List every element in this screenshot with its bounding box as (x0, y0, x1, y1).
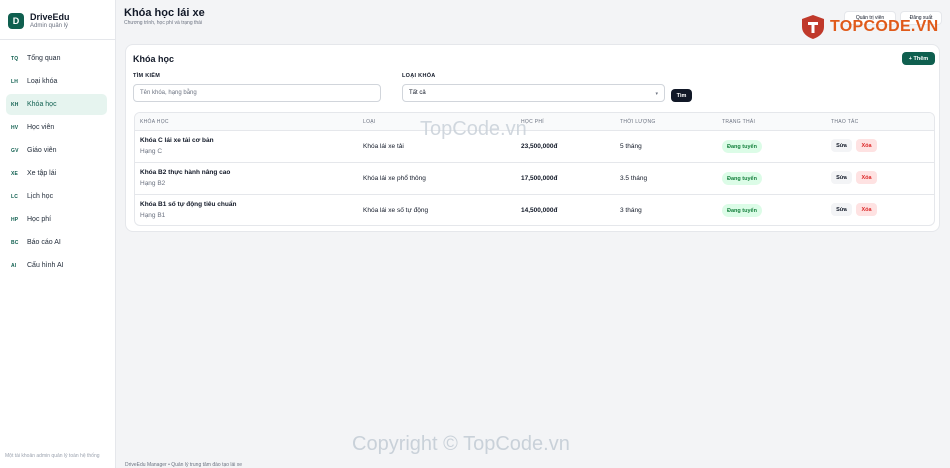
sidebar-item-tong-quan[interactable]: TQ Tổng quan (6, 48, 107, 69)
sidebar-item-label: Cấu hình AI (27, 262, 64, 269)
search-button[interactable]: Tìm (671, 89, 692, 102)
sidebar-item-xe-tap-lai[interactable]: XE Xe tập lái (6, 163, 107, 184)
courses-table: Khóa học Loại Học phí Thời lượng Trạng t… (134, 112, 935, 226)
sidebar-item-label: Tổng quan (27, 55, 61, 62)
edit-button[interactable]: Sửa (831, 203, 852, 216)
sidebar-item-hoc-phi[interactable]: HP Học phí (6, 209, 107, 230)
brand: D DriveEdu Admin quản lý (0, 0, 115, 40)
edit-button[interactable]: Sửa (831, 171, 852, 184)
sidebar-item-bao-cao-ai[interactable]: BC Báo cáo AI (6, 232, 107, 253)
brand-logo: D (8, 12, 24, 29)
table-row[interactable]: Khóa B2 thực hành nâng cao Hạng B2 Khóa … (135, 163, 934, 195)
chevron-down-icon: ▾ (655, 91, 658, 97)
course-rank: Hạng B1 (140, 212, 166, 219)
nav-code: TQ (11, 55, 19, 62)
delete-button[interactable]: Xóa (856, 139, 877, 152)
page-title: Khóa học lái xe (124, 7, 205, 19)
column-header-course[interactable]: Khóa học (140, 119, 169, 125)
sidebar-item-khoa-hoc[interactable]: KH Khóa học (6, 94, 107, 115)
sidebar-item-label: Loại khóa (27, 78, 58, 85)
course-fee: 23,500,000đ (521, 143, 558, 150)
course-rank: Hạng C (140, 148, 163, 155)
table-row[interactable]: Khóa B1 số tự động tiêu chuẩn Hạng B1 Kh… (135, 195, 934, 225)
topcode-logo: TOPCODE.VN (800, 12, 940, 42)
column-header-status[interactable]: Trạng thái (722, 119, 755, 125)
course-type-select[interactable]: Tất cả ▾ (402, 84, 665, 102)
column-header-duration[interactable]: Thời lượng (620, 119, 656, 125)
brand-name: DriveEdu (30, 11, 70, 22)
course-type: Khóa lái xe phổ thông (363, 175, 426, 182)
page-footer: DriveEdu Manager • Quản lý trung tâm đào… (125, 462, 243, 468)
course-name: Khóa B2 thực hành nâng cao (140, 169, 231, 176)
center-watermark: TopCode.vn (420, 118, 527, 140)
courses-card: Khóa học + Thêm Tìm kiếm Tên khóa, hạng … (125, 44, 940, 232)
card-title: Khóa học (133, 54, 175, 64)
course-duration: 3.5 tháng (620, 175, 648, 182)
nav-code: GV (11, 147, 19, 154)
course-rank: Hạng B2 (140, 180, 166, 187)
nav-code: HP (11, 216, 19, 223)
sidebar-item-label: Xe tập lái (27, 170, 57, 177)
course-name: Khóa C lái xe tải cơ bản (140, 137, 214, 144)
course-name: Khóa B1 số tự động tiêu chuẩn (140, 201, 237, 208)
sidebar-item-giao-vien[interactable]: GV Giáo viên (6, 140, 107, 161)
sidebar-item-label: Giáo viên (27, 147, 57, 154)
sidebar-item-loai-khoa[interactable]: LH Loại khóa (6, 71, 107, 92)
sidebar-item-cau-hinh-ai[interactable]: AI Cấu hình AI (6, 255, 107, 276)
column-header-type[interactable]: Loại (363, 119, 376, 125)
course-duration: 5 tháng (620, 143, 642, 150)
sidebar-item-label: Học viên (27, 124, 55, 131)
topcode-shield-icon (802, 15, 824, 39)
search-input[interactable]: Tên khóa, hạng bằng (133, 84, 381, 102)
nav-code: BC (11, 239, 19, 246)
page-subtitle: Chương trình, học phí và trạng thái (124, 20, 203, 26)
delete-button[interactable]: Xóa (856, 171, 877, 184)
sidebar-item-label: Học phí (27, 216, 52, 223)
edit-button[interactable]: Sửa (831, 139, 852, 152)
search-label: Tìm kiếm (133, 73, 161, 79)
sidebar-item-label: Khóa học (27, 101, 57, 108)
status-badge: Đang tuyển (722, 204, 762, 217)
table-row[interactable]: Khóa C lái xe tải cơ bản Hạng C Khóa lái… (135, 131, 934, 163)
table-header: Khóa học Loại Học phí Thời lượng Trạng t… (135, 113, 934, 131)
course-fee: 14,500,000đ (521, 207, 558, 214)
course-duration: 3 tháng (620, 207, 642, 214)
nav-code: XE (11, 170, 19, 177)
column-header-actions: Thao tác (831, 119, 859, 125)
nav-code: KH (11, 101, 19, 108)
nav-code: AI (11, 262, 17, 269)
status-badge: Đang tuyển (722, 172, 762, 185)
brand-subtitle: Admin quản lý (30, 22, 69, 29)
sidebar-item-label: Lịch học (27, 193, 54, 200)
sidebar-item-hoc-vien[interactable]: HV Học viên (6, 117, 107, 138)
course-type: Khóa lái xe tải (363, 143, 404, 150)
sidebar-item-lich-hoc[interactable]: LC Lịch học (6, 186, 107, 207)
course-type: Khóa lái xe số tự động (363, 207, 429, 214)
nav-code: LC (11, 193, 19, 200)
nav-code: HV (11, 124, 19, 131)
add-course-button[interactable]: + Thêm (902, 52, 935, 65)
delete-button[interactable]: Xóa (856, 203, 877, 216)
copyright-watermark: Copyright © TopCode.vn (352, 433, 570, 455)
course-fee: 17,500,000đ (521, 175, 558, 182)
topcode-logo-text: TOPCODE.VN (830, 18, 939, 35)
course-type-value: Tất cả (409, 90, 426, 96)
sidebar: D DriveEdu Admin quản lý TQ Tổng quan LH L… (0, 0, 116, 468)
sidebar-item-label: Báo cáo AI (27, 239, 61, 246)
nav-code: LH (11, 78, 19, 85)
sidebar-footer: Một tài khoản admin quản lý toàn hệ thốn… (5, 453, 100, 459)
course-type-label: Loại khóa (402, 73, 436, 79)
sidebar-nav: TQ Tổng quan LH Loại khóa KH Khóa học HV Học… (0, 40, 115, 276)
status-badge: Đang tuyển (722, 140, 762, 153)
